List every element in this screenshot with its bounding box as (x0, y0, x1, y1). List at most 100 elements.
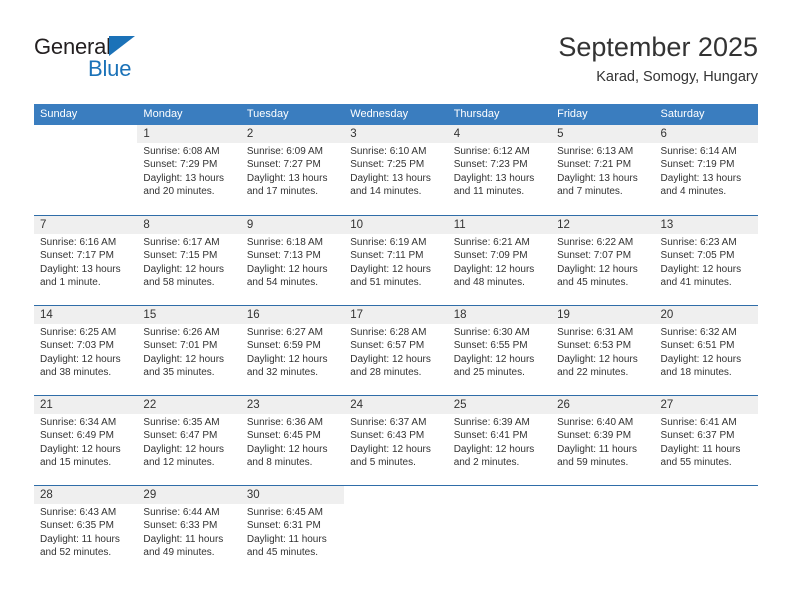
daylight-text-line1: Daylight: 12 hours (143, 353, 225, 365)
daylight-text-line1: Daylight: 13 hours (557, 172, 638, 184)
week-cells: 7 Sunrise: 6:16 AM Sunset: 7:17 PM Daylight… (34, 216, 758, 305)
day-cell[interactable]: 14 Sunrise: 6:25 AM Sunset: 7:03 PM Dayligh… (34, 306, 137, 395)
day-cell[interactable]: 23 Sunrise: 6:36 AM Sunset: 6:45 PM Dayligh… (241, 396, 344, 485)
day-number: 17 (350, 309, 364, 321)
day-number-band-blank (344, 486, 448, 504)
daylight-text-line1: Daylight: 11 hours (143, 533, 224, 545)
day-info: Sunrise: 6:09 AM Sunset: 7:27 PM Daylight:… (247, 143, 341, 199)
daylight-text-line2: and 49 minutes. (143, 547, 215, 559)
day-cell[interactable]: 25 Sunrise: 6:39 AM Sunset: 6:41 PM Dayligh… (448, 396, 551, 485)
day-cell[interactable]: 17 Sunrise: 6:28 AM Sunset: 6:57 PM Dayligh… (344, 306, 447, 395)
day-cell[interactable]: 18 Sunrise: 6:30 AM Sunset: 6:55 PM Dayligh… (448, 306, 551, 395)
daylight-text-line2: and 20 minutes. (143, 186, 215, 198)
week-cells: 14 Sunrise: 6:25 AM Sunset: 7:03 PM Dayligh… (34, 306, 758, 395)
daylight-text-line1: Daylight: 12 hours (660, 353, 742, 365)
title-block: September 2025 Karad, Somogy, Hungary (558, 30, 758, 88)
day-info: Sunrise: 6:27 AM Sunset: 6:59 PM Daylight:… (247, 324, 341, 380)
day-cell[interactable]: 1 Sunrise: 6:08 AM Sunset: 7:29 PM Daylight… (137, 125, 240, 215)
day-number: 21 (40, 399, 53, 411)
daylight-text-line1: Daylight: 13 hours (660, 172, 742, 184)
day-info: Sunrise: 6:19 AM Sunset: 7:11 PM Daylight:… (350, 234, 444, 290)
day-number: 23 (246, 399, 260, 411)
sunrise-text: Sunrise: 6:10 AM (350, 146, 427, 157)
sunrise-text: Sunrise: 6:23 AM (660, 237, 737, 248)
day-cell[interactable]: 29 Sunrise: 6:44 AM Sunset: 6:33 PM Dayligh… (137, 486, 240, 575)
day-info: Sunrise: 6:16 AM Sunset: 7:17 PM Daylight:… (40, 234, 134, 290)
day-cell[interactable]: 12 Sunrise: 6:22 AM Sunset: 7:07 PM Dayligh… (551, 216, 654, 305)
day-cell[interactable]: 19 Sunrise: 6:31 AM Sunset: 6:53 PM Dayligh… (551, 306, 654, 395)
daylight-text-line2: and 25 minutes. (453, 367, 525, 379)
sunrise-text: Sunrise: 6:08 AM (143, 146, 220, 157)
generalblue-logo: General Blue (34, 34, 214, 94)
sunrise-text: Sunrise: 6:26 AM (143, 327, 220, 338)
day-number: 5 (557, 128, 564, 140)
day-cell[interactable]: 6 Sunrise: 6:14 AM Sunset: 7:19 PM Daylight… (655, 125, 758, 215)
day-cell[interactable]: 11 Sunrise: 6:21 AM Sunset: 7:09 PM Dayligh… (448, 216, 551, 305)
day-cell-empty (447, 486, 552, 575)
day-cell[interactable]: 24 Sunrise: 6:37 AM Sunset: 6:43 PM Dayligh… (344, 396, 447, 485)
calendar-week-row: 14 Sunrise: 6:25 AM Sunset: 7:03 PM Dayligh… (34, 305, 758, 395)
daylight-text-line1: Daylight: 12 hours (143, 443, 225, 455)
day-number-band-blank (654, 486, 758, 504)
sunrise-text: Sunrise: 6:41 AM (660, 417, 737, 428)
sunrise-text: Sunrise: 6:39 AM (453, 417, 530, 428)
daylight-text-line1: Daylight: 12 hours (557, 353, 638, 365)
sunset-text: Sunset: 6:31 PM (246, 520, 321, 532)
day-info: Sunrise: 6:17 AM Sunset: 7:15 PM Daylight:… (143, 234, 237, 290)
sunrise-text: Sunrise: 6:40 AM (557, 417, 634, 428)
daylight-text-line2: and 17 minutes. (246, 186, 319, 198)
sunrise-text: Sunrise: 6:16 AM (40, 237, 117, 248)
weekday-header-monday: Monday (143, 108, 183, 120)
day-number-band-blank (447, 486, 552, 504)
day-cell[interactable]: 3 Sunrise: 6:10 AM Sunset: 7:25 PM Daylight… (344, 125, 447, 215)
day-info: Sunrise: 6:41 AM Sunset: 6:37 PM Daylight:… (661, 414, 755, 470)
day-cell[interactable]: 15 Sunrise: 6:26 AM Sunset: 7:01 PM Dayligh… (137, 306, 240, 395)
sunrise-text: Sunrise: 6:45 AM (246, 507, 323, 518)
day-cell[interactable]: 2 Sunrise: 6:09 AM Sunset: 7:27 PM Daylight… (241, 125, 344, 215)
day-cell[interactable]: 27 Sunrise: 6:41 AM Sunset: 6:37 PM Dayligh… (655, 396, 758, 485)
day-info: Sunrise: 6:18 AM Sunset: 7:13 PM Daylight:… (247, 234, 341, 290)
day-info: Sunrise: 6:31 AM Sunset: 6:53 PM Daylight:… (557, 324, 651, 380)
day-cell[interactable]: 22 Sunrise: 6:35 AM Sunset: 6:47 PM Dayligh… (137, 396, 240, 485)
sunset-text: Sunset: 6:55 PM (453, 340, 528, 352)
daylight-text-line2: and 51 minutes. (350, 277, 422, 289)
day-number: 30 (246, 489, 260, 501)
sunrise-text: Sunrise: 6:31 AM (557, 327, 634, 338)
sunset-text: Sunset: 7:29 PM (143, 159, 218, 171)
logo-text-blue: Blue (88, 56, 132, 81)
sunset-text: Sunset: 7:15 PM (143, 250, 218, 262)
sunset-text: Sunset: 7:19 PM (660, 159, 735, 171)
sunrise-text: Sunrise: 6:27 AM (246, 327, 323, 338)
weekday-header-thursday: Thursday (453, 108, 500, 120)
day-cell[interactable]: 28 Sunrise: 6:43 AM Sunset: 6:35 PM Dayligh… (34, 486, 137, 575)
sunset-text: Sunset: 7:17 PM (40, 250, 114, 262)
day-cell[interactable]: 10 Sunrise: 6:19 AM Sunset: 7:11 PM Dayligh… (344, 216, 447, 305)
calendar-page: General Blue September 2025 Karad, Somog… (0, 0, 792, 612)
daylight-text-line2: and 1 minute. (40, 277, 101, 289)
day-cell[interactable]: 7 Sunrise: 6:16 AM Sunset: 7:17 PM Daylight… (34, 216, 137, 305)
daylight-text-line1: Daylight: 13 hours (143, 172, 225, 184)
day-cell[interactable]: 26 Sunrise: 6:40 AM Sunset: 6:39 PM Dayligh… (551, 396, 654, 485)
day-cell[interactable]: 20 Sunrise: 6:32 AM Sunset: 6:51 PM Dayligh… (655, 306, 758, 395)
day-cell[interactable]: 4 Sunrise: 6:12 AM Sunset: 7:23 PM Daylight… (448, 125, 551, 215)
day-number: 29 (143, 489, 157, 501)
day-cell[interactable]: 16 Sunrise: 6:27 AM Sunset: 6:59 PM Dayligh… (241, 306, 344, 395)
day-number-band-blank (34, 125, 138, 143)
weekday-header-friday: Friday (557, 108, 588, 120)
day-info: Sunrise: 6:21 AM Sunset: 7:09 PM Daylight:… (454, 234, 548, 290)
sunset-text: Sunset: 6:33 PM (143, 520, 218, 532)
day-cell[interactable]: 5 Sunrise: 6:13 AM Sunset: 7:21 PM Daylight… (551, 125, 654, 215)
sunrise-text: Sunrise: 6:32 AM (660, 327, 737, 338)
daylight-text-line1: Daylight: 12 hours (350, 353, 431, 365)
day-cell[interactable]: 21 Sunrise: 6:34 AM Sunset: 6:49 PM Dayligh… (34, 396, 137, 485)
day-cell[interactable]: 9 Sunrise: 6:18 AM Sunset: 7:13 PM Daylight… (241, 216, 344, 305)
daylight-text-line2: and 58 minutes. (143, 277, 215, 289)
day-cell[interactable]: 13 Sunrise: 6:23 AM Sunset: 7:05 PM Dayligh… (655, 216, 758, 305)
day-number: 22 (143, 399, 157, 411)
day-number: 28 (40, 489, 53, 501)
sunset-text: Sunset: 7:13 PM (246, 250, 321, 262)
day-cell[interactable]: 30 Sunrise: 6:45 AM Sunset: 6:31 PM Dayligh… (241, 486, 344, 575)
day-number: 3 (350, 128, 357, 140)
day-number: 27 (660, 399, 674, 411)
day-cell[interactable]: 8 Sunrise: 6:17 AM Sunset: 7:15 PM Daylight… (137, 216, 240, 305)
